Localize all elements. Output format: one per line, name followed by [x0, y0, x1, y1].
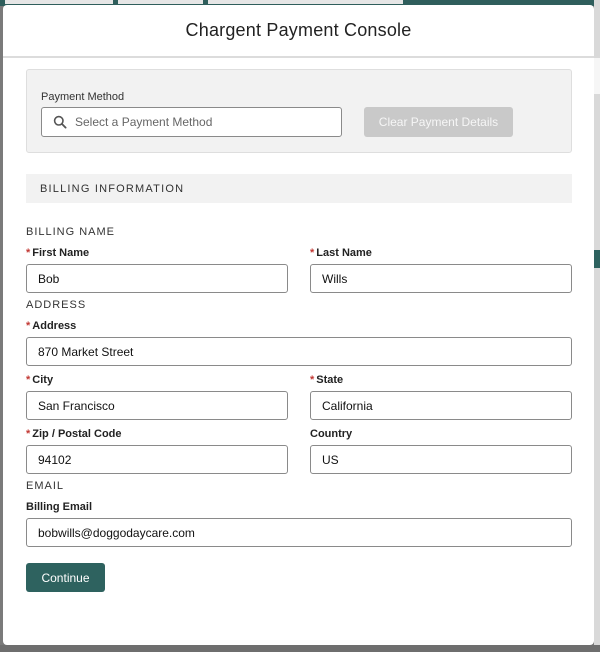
last-name-field[interactable]: Wills: [310, 264, 572, 293]
background-panel: [594, 58, 600, 94]
city-label: * City: [26, 374, 54, 386]
required-marker: *: [26, 428, 31, 440]
country-field[interactable]: US: [310, 445, 572, 474]
state-field[interactable]: California: [310, 391, 572, 420]
billing-email-label: Billing Email: [26, 501, 93, 513]
zip-field[interactable]: 94102: [26, 445, 288, 474]
zip-label: * Zip / Postal Code: [26, 428, 122, 440]
billing-information-header: BILLING INFORMATION: [26, 174, 572, 203]
required-marker: *: [26, 247, 31, 259]
clear-payment-details-button[interactable]: Clear Payment Details: [364, 107, 513, 137]
address-label: * Address: [26, 320, 77, 332]
required-marker: *: [310, 374, 315, 386]
background-page-edge: [594, 0, 600, 652]
background-tab: [118, 0, 203, 4]
background-accent: [594, 250, 600, 268]
required-marker: *: [26, 320, 31, 332]
modal-body: Payment Method Select a Payment Method C…: [3, 60, 594, 645]
state-label: * State: [310, 374, 344, 386]
city-field[interactable]: San Francisco: [26, 391, 288, 420]
address-heading: ADDRESS: [26, 299, 87, 311]
billing-name-heading: BILLING NAME: [26, 226, 116, 238]
address-field[interactable]: 870 Market Street: [26, 337, 572, 366]
modal-title: Chargent Payment Console: [185, 20, 412, 40]
background-tab: [5, 0, 113, 4]
email-heading: EMAIL: [26, 480, 65, 492]
background-footer: [0, 645, 600, 652]
search-icon: [53, 115, 67, 129]
payment-method-label: Payment Method: [41, 91, 125, 103]
background-tab: [208, 0, 403, 4]
required-marker: *: [310, 247, 315, 259]
payment-method-panel: Payment Method Select a Payment Method C…: [26, 69, 572, 153]
modal-header: Chargent Payment Console: [3, 5, 594, 58]
payment-console-modal: Chargent Payment Console Payment Method …: [3, 5, 594, 645]
first-name-label: * First Name: [26, 247, 90, 259]
first-name-field[interactable]: Bob: [26, 264, 288, 293]
last-name-label: * Last Name: [310, 247, 372, 259]
country-label: Country: [310, 428, 353, 440]
required-marker: *: [26, 374, 31, 386]
payment-method-placeholder: Select a Payment Method: [75, 115, 213, 129]
payment-method-combobox[interactable]: Select a Payment Method: [41, 107, 342, 137]
continue-button[interactable]: Continue: [26, 563, 105, 592]
billing-email-field[interactable]: bobwills@doggodaycare.com: [26, 518, 572, 547]
